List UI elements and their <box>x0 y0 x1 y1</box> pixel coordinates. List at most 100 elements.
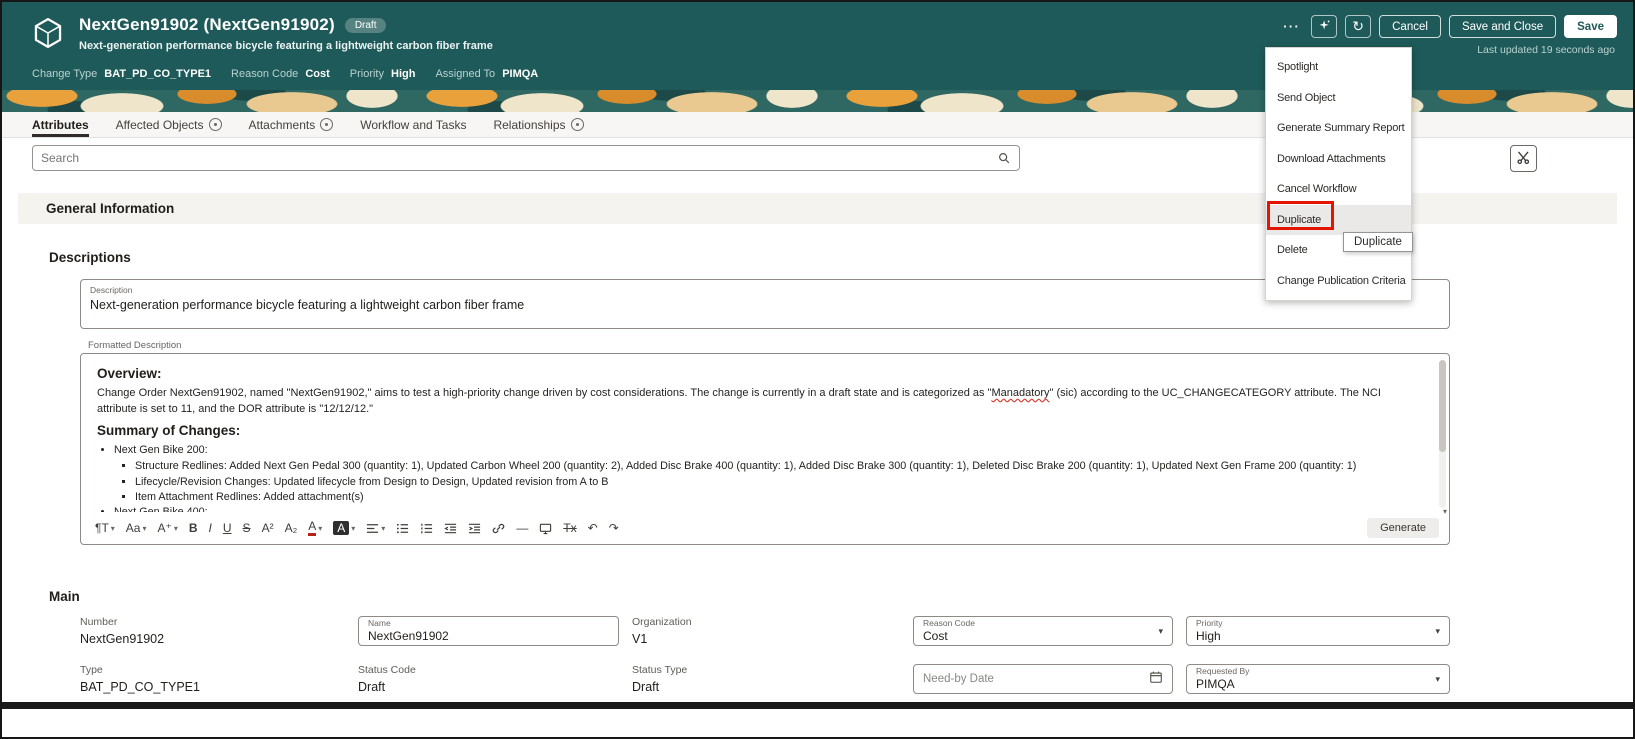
organization-field: Organization V1 <box>632 616 692 646</box>
formatted-description-label: Formatted Description <box>88 340 182 351</box>
undo-icon[interactable]: ↶ <box>588 521 598 535</box>
page-subtitle: Next-generation performance bicycle feat… <box>79 40 493 52</box>
list-item: Structure Redlines: Added Next Gen Pedal… <box>135 459 1423 474</box>
bold-icon[interactable]: B <box>189 521 198 535</box>
formatted-description-editor: Overview: Change Order NextGen91902, nam… <box>80 353 1450 545</box>
overview-paragraph: Change Order NextGen91902, named "NextGe… <box>97 387 1381 415</box>
clear-format-icon[interactable]: Tx <box>563 521 576 535</box>
underline-icon[interactable]: U <box>223 521 232 535</box>
refresh-button[interactable]: ↻ <box>1345 15 1372 38</box>
highlight-color-icon[interactable]: A ▾ <box>333 521 355 535</box>
description-field-label: Description <box>90 285 133 295</box>
menu-item-cancel-workflow[interactable]: Cancel Workflow <box>1266 174 1411 205</box>
more-actions-button[interactable]: ⋯ <box>1278 16 1303 38</box>
editor-content[interactable]: Overview: Change Order NextGen91902, nam… <box>81 354 1449 512</box>
strikethrough-icon[interactable]: S <box>243 521 251 535</box>
bullet-list-icon[interactable] <box>396 522 409 535</box>
refresh-icon: ↻ <box>1352 18 1364 34</box>
menu-item-change-publication-criteria[interactable]: Change Publication Criteria <box>1266 266 1411 297</box>
horizontal-rule-icon[interactable]: — <box>516 521 528 535</box>
generate-button[interactable]: Generate <box>1367 518 1439 538</box>
indent-icon[interactable] <box>468 522 481 535</box>
font-size-icon[interactable]: A⁺ ▾ <box>158 521 178 535</box>
save-and-close-button[interactable]: Save and Close <box>1448 15 1557 38</box>
outdent-icon[interactable] <box>444 522 457 535</box>
meta-change-type: Change Type BAT_PD_CO_TYPE1 <box>32 68 212 80</box>
tab-relationships[interactable]: Relationships <box>493 112 584 137</box>
paragraph-format-icon[interactable]: ¶T ▾ <box>95 521 115 535</box>
menu-item-duplicate[interactable]: Duplicate <box>1266 204 1411 235</box>
window-bottom-edge <box>2 702 1633 709</box>
list-item: Next Gen Bike 200: Structure Redlines: A… <box>114 443 1423 505</box>
description-field[interactable]: Description Next-generation performance … <box>80 279 1450 329</box>
search-input[interactable] <box>41 151 991 165</box>
count-icon <box>320 118 334 131</box>
reason-code-select[interactable]: Reason Code Cost ▾ <box>913 616 1173 646</box>
numbered-list-icon[interactable] <box>420 522 433 535</box>
tab-attachments[interactable]: Attachments <box>249 112 334 137</box>
count-icon <box>570 118 584 131</box>
ai-assist-button[interactable] <box>1311 15 1338 38</box>
scissors-button[interactable] <box>1510 145 1537 172</box>
link-icon[interactable] <box>492 522 505 535</box>
summary-heading: Summary of Changes: <box>97 422 241 438</box>
page-title: NextGen91902 (NextGen91902) <box>79 15 335 34</box>
font-family-icon[interactable]: Aa ▾ <box>126 521 147 535</box>
count-icon <box>208 118 222 131</box>
app-logo-icon <box>30 15 66 51</box>
menu-item-send-object[interactable]: Send Object <box>1266 83 1411 114</box>
overview-heading: Overview: <box>97 366 162 381</box>
number-field: Number NextGen91902 <box>80 616 165 646</box>
superscript-icon[interactable]: A² <box>262 521 274 535</box>
priority-select[interactable]: Priority High ▾ <box>1186 616 1450 646</box>
menu-item-generate-summary-report[interactable]: Generate Summary Report <box>1266 113 1411 144</box>
duplicate-tooltip: Duplicate <box>1343 232 1413 252</box>
requested-by-select[interactable]: Requested By PIMQA ▾ <box>1186 664 1450 694</box>
need-by-date-field[interactable]: Need-by Date <box>913 664 1173 694</box>
subscript-icon[interactable]: A₂ <box>285 521 298 535</box>
meta-reason-code: Reason Code Cost <box>231 68 330 80</box>
calendar-icon[interactable] <box>1149 670 1163 689</box>
menu-item-spotlight[interactable]: Spotlight <box>1266 52 1411 83</box>
actions-dropdown-menu: Spotlight Send Object Generate Summary R… <box>1265 47 1412 301</box>
text-color-icon[interactable]: A ▾ <box>308 519 322 537</box>
header-meta: Change Type BAT_PD_CO_TYPE1 Reason Code … <box>32 68 538 80</box>
redo-icon[interactable]: ↷ <box>609 521 619 535</box>
cancel-button[interactable]: Cancel <box>1379 15 1441 38</box>
status-type-field: Status Type Draft <box>632 664 688 694</box>
editor-scrollbar-thumb[interactable] <box>1439 360 1446 452</box>
chevron-down-icon: ▾ <box>1158 625 1163 636</box>
editor-toolbar: ¶T ▾ Aa ▾ A⁺ ▾ B I U S A² A₂ A ▾ A ▾ ▾ —… <box>81 512 1449 544</box>
scissors-icon <box>1516 150 1531 168</box>
status-badge: Draft <box>344 17 387 33</box>
tab-attributes[interactable]: Attributes <box>32 112 89 137</box>
main-fields-grid: Number NextGen91902 Name NextGen91902 Or… <box>80 616 1450 694</box>
name-field[interactable]: Name NextGen91902 <box>358 616 619 646</box>
section-main: Main <box>49 589 80 604</box>
chevron-down-icon: ▾ <box>1435 673 1440 684</box>
chevron-down-icon: ▾ <box>1435 625 1440 636</box>
italic-icon[interactable]: I <box>209 521 212 535</box>
menu-item-download-attachments[interactable]: Download Attachments <box>1266 144 1411 175</box>
misspelled-word: Manadatory <box>991 387 1050 399</box>
tab-affected-objects[interactable]: Affected Objects <box>116 112 222 137</box>
media-icon[interactable] <box>539 522 552 535</box>
last-updated-text: Last updated 19 seconds ago <box>1477 44 1615 56</box>
save-button[interactable]: Save <box>1564 15 1617 38</box>
app-window: NextGen91902 (NextGen91902) Draft Next-g… <box>0 0 1635 739</box>
type-field: Type BAT_PD_CO_TYPE1 <box>80 664 200 694</box>
status-code-field: Status Code Draft <box>358 664 416 694</box>
summary-list: Next Gen Bike 200: Structure Redlines: A… <box>114 443 1423 512</box>
description-field-value: Next-generation performance bicycle feat… <box>90 297 525 312</box>
sparkle-icon <box>1318 19 1331 35</box>
search-icon[interactable] <box>997 151 1011 165</box>
align-icon[interactable]: ▾ <box>366 522 385 535</box>
header-actions: ⋯ ↻ Cancel Save and Close Save <box>1278 15 1617 38</box>
meta-priority: Priority High <box>349 68 416 80</box>
tab-workflow-and-tasks[interactable]: Workflow and Tasks <box>360 112 466 137</box>
list-item: Next Gen Bike 400: Lifecycle/Revision Ch… <box>114 505 1423 512</box>
list-item: Lifecycle/Revision Changes: Updated life… <box>135 475 1423 490</box>
list-item: Item Attachment Redlines: Added attachme… <box>135 490 1423 505</box>
meta-assigned-to: Assigned To PIMQA <box>435 68 539 80</box>
search-field[interactable] <box>32 145 1020 171</box>
